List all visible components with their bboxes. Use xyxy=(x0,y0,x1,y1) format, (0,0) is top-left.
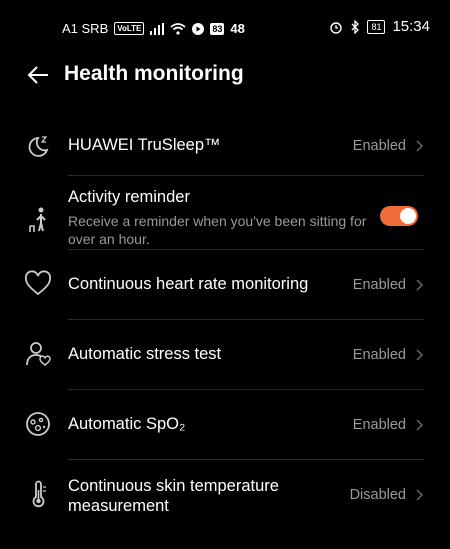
chevron-right-icon xyxy=(416,349,424,361)
setting-value: Disabled xyxy=(349,487,406,503)
clock: 15:34 xyxy=(392,18,430,35)
play-icon xyxy=(192,22,205,35)
status-bar: A1 SRB VoLTE 83 48 81 15:34 xyxy=(0,0,450,52)
setting-value: Enabled xyxy=(352,417,406,433)
battery-level: 81 xyxy=(367,19,386,34)
chevron-right-icon xyxy=(416,419,424,431)
chevron-right-icon xyxy=(416,489,424,501)
spo2-icon xyxy=(26,412,50,436)
settings-list: HUAWEI TruSleep™ Enabled Activity remind… xyxy=(0,118,450,532)
alarm-icon xyxy=(330,21,343,34)
signal-icon xyxy=(150,22,165,35)
bluetooth-icon xyxy=(351,19,360,34)
network-number: 48 xyxy=(230,21,245,36)
setting-row-trusleep[interactable]: HUAWEI TruSleep™ Enabled xyxy=(0,118,450,176)
setting-label: Automatic SpO₂ xyxy=(68,415,186,433)
setting-label: Continuous skin temperature measurement xyxy=(68,477,279,515)
notification-badge: 83 xyxy=(210,22,225,35)
setting-description: Receive a reminder when you've been sitt… xyxy=(68,213,367,247)
setting-row-spo2[interactable]: Automatic SpO₂ Enabled xyxy=(0,390,450,460)
carrier-label: A1 SRB xyxy=(62,21,109,36)
setting-value: Enabled xyxy=(352,347,406,363)
page-title: Health monitoring xyxy=(64,62,244,85)
back-arrow-icon[interactable] xyxy=(27,64,49,86)
setting-value: Enabled xyxy=(352,138,406,154)
setting-row-skin-temp[interactable]: Continuous skin temperature measurement … xyxy=(0,460,450,532)
setting-row-heart-rate[interactable]: Continuous heart rate monitoring Enabled xyxy=(0,250,450,320)
setting-row-activity[interactable]: Activity reminder Receive a reminder whe… xyxy=(0,176,450,250)
stress-icon xyxy=(26,342,51,366)
setting-row-stress[interactable]: Automatic stress test Enabled xyxy=(0,320,450,390)
heart-icon xyxy=(24,270,52,296)
setting-label: Continuous heart rate monitoring xyxy=(68,275,309,293)
volte-badge: VoLTE xyxy=(114,22,145,35)
wifi-icon xyxy=(170,22,186,35)
thermometer-icon xyxy=(32,480,46,508)
page-header: Health monitoring xyxy=(0,56,450,96)
sleep-icon xyxy=(28,136,49,157)
setting-value: Enabled xyxy=(352,277,406,293)
toggle-knob xyxy=(400,208,416,224)
chevron-right-icon xyxy=(416,279,424,291)
setting-label: Activity reminder xyxy=(68,188,190,206)
setting-label: Automatic stress test xyxy=(68,345,222,363)
chevron-right-icon xyxy=(416,140,424,152)
setting-label: HUAWEI TruSleep™ xyxy=(68,136,221,154)
activity-reminder-toggle[interactable] xyxy=(380,206,418,226)
activity-icon xyxy=(29,207,46,232)
